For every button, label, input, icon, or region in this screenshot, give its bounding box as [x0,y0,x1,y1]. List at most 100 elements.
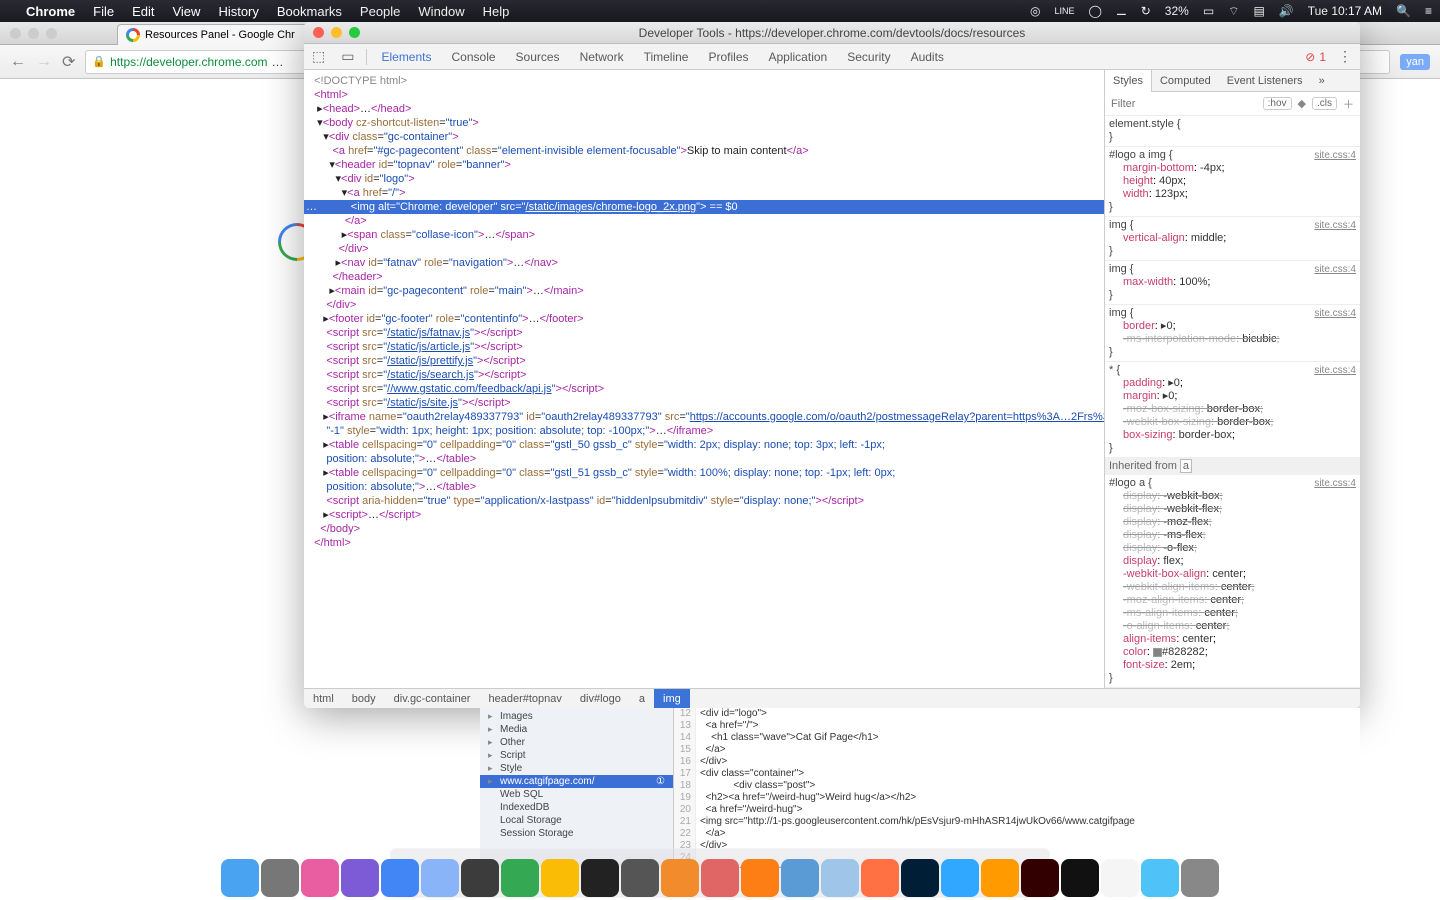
bc-a[interactable]: a [630,689,654,709]
sync-icon[interactable]: ◯ [1089,4,1102,18]
tab-timeline[interactable]: Timeline [634,44,699,70]
macos-dock[interactable] [0,842,1440,900]
resource-item[interactable]: Script [480,749,673,762]
menu-edit[interactable]: Edit [132,4,154,19]
battery-pct[interactable]: 32% [1165,4,1189,18]
app-name[interactable]: Chrome [26,4,75,19]
tab-audits[interactable]: Audits [901,44,954,70]
resource-item[interactable]: Local Storage [480,814,673,827]
resource-item[interactable]: Web SQL [480,788,673,801]
dock-app-icon[interactable] [221,859,259,897]
menu-file[interactable]: File [93,4,114,19]
dock-app-icon[interactable] [661,859,699,897]
dock-app-icon[interactable] [701,859,739,897]
reload-button[interactable]: ⟳ [62,52,75,72]
menu-window[interactable]: Window [418,4,464,19]
resource-item[interactable]: Style [480,762,673,775]
dock-app-icon[interactable] [461,859,499,897]
device-icon[interactable]: ▭ [333,48,362,65]
close-dim[interactable] [10,28,21,39]
spotlight-icon[interactable]: 🔍 [1396,4,1411,18]
dock-app-icon[interactable] [541,859,579,897]
styles-filter[interactable] [1111,98,1257,110]
bc-img[interactable]: img [654,689,690,709]
menu-icon[interactable]: ≡ [1425,4,1432,18]
menu-history[interactable]: History [218,4,258,19]
resource-item[interactable]: Images [480,710,673,723]
dom-breadcrumb[interactable]: html body div.gc-container header#topnav… [304,688,1360,708]
inspect-icon[interactable]: ⬚ [304,48,333,65]
dock-app-icon[interactable] [1141,859,1179,897]
dock-app-icon[interactable] [821,859,859,897]
selected-dom-node[interactable]: <img alt="Chrome: developer" src="/stati… [304,200,1104,214]
clock[interactable]: Tue 10:17 AM [1308,4,1382,18]
line-icon[interactable]: LINE [1055,6,1075,16]
resource-item[interactable]: Media [480,723,673,736]
browser-tab[interactable]: Resources Panel - Google Chr × [117,24,320,45]
tab-profiles[interactable]: Profiles [698,44,758,70]
volume-icon[interactable]: 🔊 [1279,4,1294,18]
tab-sources[interactable]: Sources [506,44,570,70]
flag-icon[interactable]: ▤ [1253,4,1264,18]
menu-help[interactable]: Help [483,4,510,19]
tab-application[interactable]: Application [759,44,838,70]
devtools-titlebar[interactable]: Developer Tools - https://developer.chro… [304,22,1360,44]
dom-tree[interactable]: <!DOCTYPE html> <html> ▸<head>…</head> ▾… [304,70,1104,688]
menu-view[interactable]: View [172,4,200,19]
bc-header[interactable]: header#topnav [479,689,570,709]
dock-app-icon[interactable] [261,859,299,897]
dock-app-icon[interactable] [421,859,459,897]
dock-app-icon[interactable] [501,859,539,897]
timemachine-icon[interactable]: ↻ [1141,4,1151,18]
dock-app-icon[interactable] [341,859,379,897]
resource-item[interactable]: www.catgifpage.com/① [480,775,673,788]
resource-item[interactable]: Other [480,736,673,749]
traffic-lights[interactable] [0,28,57,39]
dock-app-icon[interactable] [301,859,339,897]
listeners-tab[interactable]: Event Listeners [1219,70,1311,92]
dock-app-icon[interactable] [861,859,899,897]
tab-console[interactable]: Console [442,44,506,70]
min-dim[interactable] [28,28,39,39]
resource-item[interactable]: Session Storage [480,827,673,840]
cc-icon[interactable]: ◎ [1030,4,1040,18]
style-rules[interactable]: element.style {}site.css:4#logo a img {m… [1105,116,1360,688]
tab-security[interactable]: Security [837,44,900,70]
kebab-icon[interactable]: ⋮ [1338,48,1352,65]
dock-app-icon[interactable] [1021,859,1059,897]
dock-app-icon[interactable] [381,859,419,897]
tab-elements[interactable]: Elements [371,44,441,70]
dock-app-icon[interactable] [941,859,979,897]
styles-tab[interactable]: Styles [1105,70,1152,92]
dock-app-icon[interactable] [741,859,779,897]
dock-app-icon[interactable] [981,859,1019,897]
bc-div[interactable]: div.gc-container [385,689,480,709]
dock-app-icon[interactable] [581,859,619,897]
hov-toggle[interactable]: :hov [1263,97,1292,110]
tab-network[interactable]: Network [570,44,634,70]
add-rule-icon[interactable]: ＋ [1343,96,1354,112]
more-tabs-icon[interactable]: » [1311,70,1333,92]
dock-app-icon[interactable] [621,859,659,897]
pin-icon[interactable]: ◆ [1298,97,1306,110]
cls-toggle[interactable]: .cls [1312,97,1337,110]
dock-app-icon[interactable] [1181,859,1219,897]
bluetooth-icon[interactable]: ⚊ [1116,4,1127,18]
menu-people[interactable]: People [360,4,400,19]
dock-app-icon[interactable] [1061,859,1099,897]
computed-tab[interactable]: Computed [1152,70,1219,92]
battery-icon[interactable]: ▭ [1203,4,1214,18]
error-indicator[interactable]: ⊘1 [1305,50,1326,64]
avatar-badge[interactable]: yan [1400,54,1430,70]
dock-app-icon[interactable] [901,859,939,897]
resource-item[interactable]: IndexedDB [480,801,673,814]
bc-html[interactable]: html [304,689,343,709]
bc-logo[interactable]: div#logo [571,689,630,709]
wifi-icon[interactable]: ⌔ [1228,4,1239,19]
dock-app-icon[interactable] [781,859,819,897]
max-dim[interactable] [46,28,57,39]
menu-bookmarks[interactable]: Bookmarks [277,4,342,19]
bc-body[interactable]: body [343,689,385,709]
back-button[interactable]: ← [10,53,26,71]
dock-app-icon[interactable] [1101,859,1139,897]
